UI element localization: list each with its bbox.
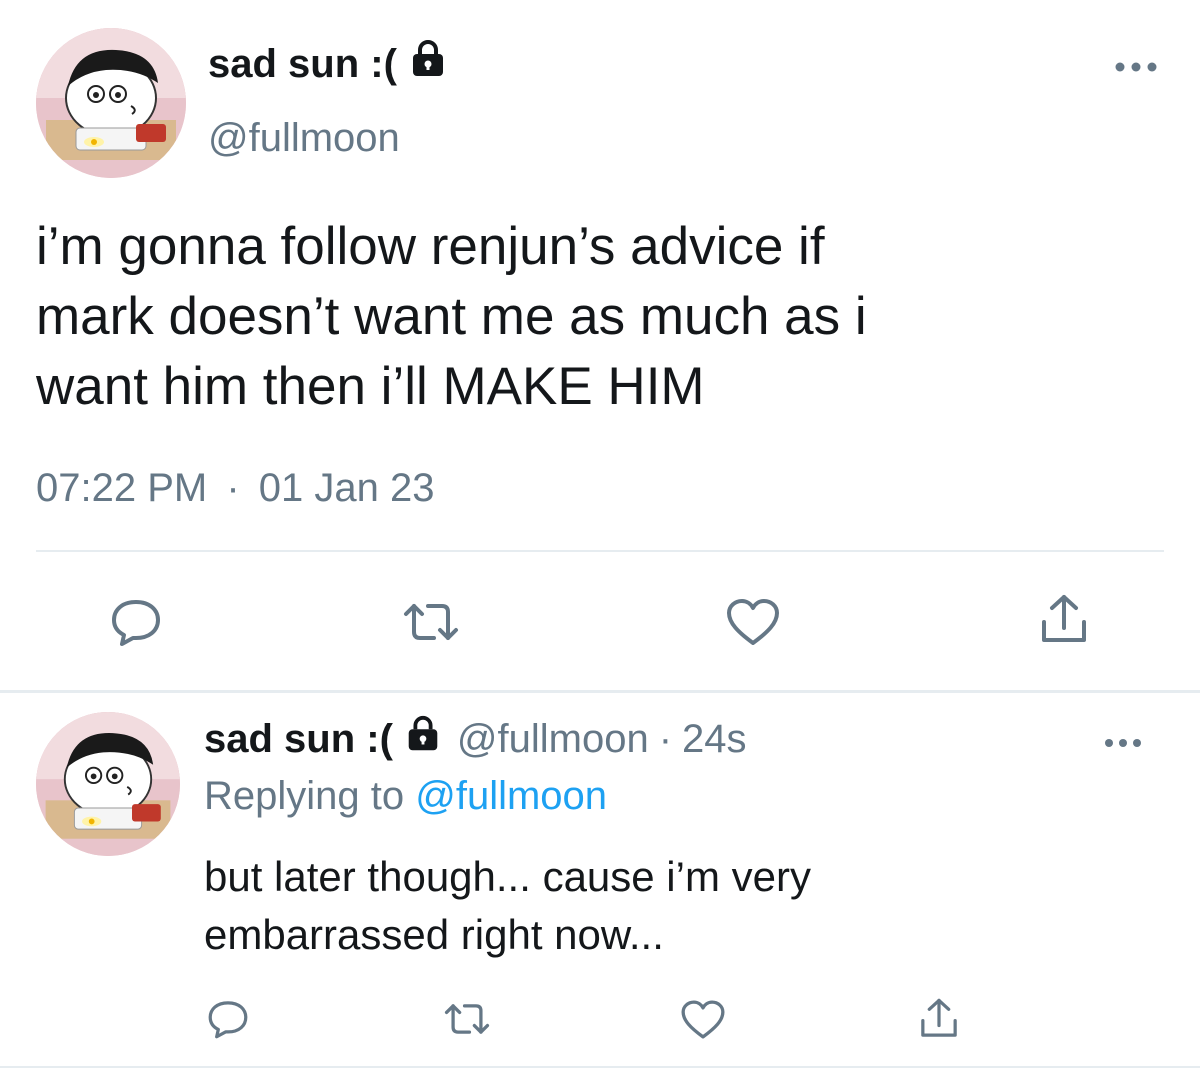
user-handle[interactable]: @fullmoon <box>208 116 400 161</box>
heart-icon[interactable] <box>722 594 784 650</box>
lock-icon <box>403 714 443 764</box>
display-name-text: sad sun :( <box>208 41 397 86</box>
share-icon[interactable] <box>1036 590 1092 650</box>
divider <box>0 1066 1200 1068</box>
tweet-time[interactable]: 24s <box>682 717 747 762</box>
reply-header: sad sun :( @fullmoon · 24s <box>204 714 747 764</box>
tweet-date: 01 Jan 23 <box>258 466 435 510</box>
mention-link[interactable]: @fullmoon <box>415 774 607 818</box>
avatar-image <box>36 28 186 178</box>
replying-prefix: Replying to <box>204 774 405 818</box>
reply-icon[interactable] <box>204 996 252 1042</box>
replying-to: Replying to @fullmoon <box>204 774 607 819</box>
divider <box>36 550 1164 552</box>
tweet-text: but later though... cause i’m very embar… <box>204 853 811 958</box>
meta-separator: · <box>658 716 673 761</box>
share-icon[interactable] <box>916 994 962 1044</box>
meta-separator: · <box>226 466 240 510</box>
display-name[interactable]: sad sun :( <box>204 717 393 762</box>
more-icon[interactable] <box>1102 730 1144 756</box>
tweet-time: 07:22 PM <box>36 466 208 510</box>
display-name[interactable]: sad sun :( <box>208 38 449 90</box>
tweet-separator <box>0 690 1200 693</box>
avatar[interactable] <box>36 28 186 178</box>
reply-icon[interactable] <box>106 594 166 650</box>
retweet-icon[interactable] <box>438 998 496 1040</box>
user-handle[interactable]: @fullmoon <box>457 717 649 762</box>
more-icon[interactable] <box>1112 52 1160 82</box>
tweet-timestamp[interactable]: 07:22 PM · 01 Jan 23 <box>36 466 435 511</box>
avatar-image <box>36 712 180 856</box>
heart-icon[interactable] <box>678 996 728 1042</box>
retweet-icon[interactable] <box>396 596 466 648</box>
lock-icon <box>407 38 449 90</box>
avatar[interactable] <box>36 712 180 856</box>
tweet-text: i’m gonna follow renjun’s advice if mark… <box>36 217 867 416</box>
